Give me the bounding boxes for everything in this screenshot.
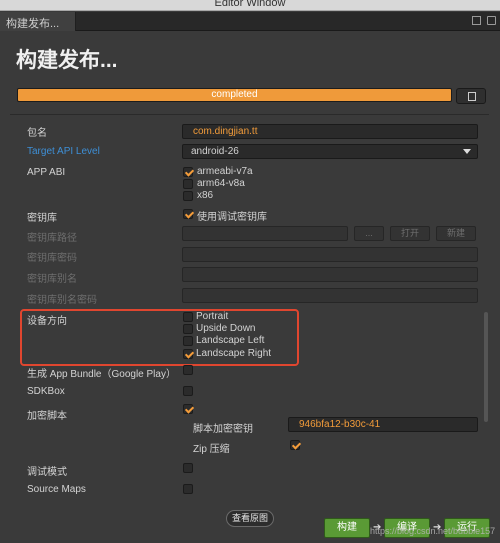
orientation-portrait-label: Portrait <box>196 311 229 322</box>
target-api-value: android-26 <box>191 146 239 157</box>
encrypt-script-label: 加密脚本 <box>27 411 67 422</box>
browse-button[interactable]: ... <box>354 226 384 241</box>
app-bundle-checkbox[interactable] <box>183 365 193 375</box>
sdkbox-checkbox[interactable] <box>183 386 193 396</box>
build-settings-form: 包名 com.dingjian.tt Target API Level andr… <box>10 114 489 504</box>
debug-mode-label: 调试模式 <box>27 467 67 478</box>
window-title: Editor Window <box>214 0 286 9</box>
tab-build-publish[interactable]: 构建发布... <box>0 12 76 31</box>
sdkbox-label: SDKBox <box>27 386 65 397</box>
encrypt-script-checkbox[interactable] <box>183 404 193 414</box>
document-icon <box>468 92 476 101</box>
build-button[interactable]: 构建 <box>324 518 370 538</box>
abi-arm64-v8a-checkbox[interactable] <box>183 179 193 189</box>
encrypt-key-field[interactable]: 946bfa12-b30c-41 <box>288 417 478 432</box>
orientation-upside-down-checkbox[interactable] <box>183 324 193 334</box>
target-api-label[interactable]: Target API Level <box>27 146 100 157</box>
app-abi-label: APP ABI <box>27 167 66 178</box>
keystore-alias-password-label: 密钥库别名密码 <box>27 295 97 306</box>
zip-compress-checkbox[interactable] <box>290 440 300 450</box>
debug-mode-checkbox[interactable] <box>183 463 193 473</box>
keystore-password-label: 密钥库密码 <box>27 253 77 264</box>
orientation-landscape-right-label: Landscape Right <box>196 348 272 359</box>
page-title: 构建发布... <box>16 49 118 72</box>
maximize-icon[interactable] <box>472 16 481 25</box>
build-progress-bar: completed <box>17 88 452 102</box>
orientation-landscape-left-checkbox[interactable] <box>183 336 193 346</box>
target-api-select[interactable]: android-26 <box>182 144 478 159</box>
watermark: https://blog.csdn.net/bubble157 <box>370 526 496 536</box>
zip-compress-label: Zip 压缩 <box>193 444 230 455</box>
keystore-label: 密钥库 <box>27 213 57 224</box>
keystore-alias-field[interactable] <box>182 267 478 282</box>
abi-x86-label: x86 <box>197 190 214 201</box>
orientation-landscape-left-label: Landscape Left <box>196 335 265 346</box>
abi-armeabi-v7a-checkbox[interactable] <box>183 167 193 177</box>
abi-x86-checkbox[interactable] <box>183 191 193 201</box>
use-debug-keystore-checkbox[interactable] <box>183 209 193 219</box>
abi-arm64-v8a-label: arm64-v8a <box>197 178 245 189</box>
window-titlebar: Editor Window <box>0 0 500 11</box>
keystore-alias-password-field[interactable] <box>182 288 478 303</box>
package-name-label: 包名 <box>27 128 47 139</box>
orientation-upside-down-label: Upside Down <box>196 323 256 334</box>
orientation-landscape-right-checkbox[interactable] <box>183 349 193 359</box>
tab-bar: 构建发布... <box>0 12 500 31</box>
keystore-path-field[interactable] <box>182 226 348 241</box>
log-button[interactable] <box>456 88 486 104</box>
open-button[interactable]: 打开 <box>390 226 430 241</box>
new-button[interactable]: 新建 <box>436 226 476 241</box>
chevron-down-icon <box>463 149 471 154</box>
encrypt-key-label: 脚本加密密钥 <box>193 424 253 435</box>
source-maps-label: Source Maps <box>27 484 86 495</box>
keystore-alias-label: 密钥库别名 <box>27 274 77 285</box>
package-name-field[interactable]: com.dingjian.tt <box>182 124 478 139</box>
menu-icon[interactable] <box>487 16 496 25</box>
orientation-label: 设备方向 <box>27 316 67 327</box>
abi-armeabi-v7a-label: armeabi-v7a <box>197 166 253 177</box>
keystore-password-field[interactable] <box>182 247 478 262</box>
use-debug-keystore-label: 使用调试密钥库 <box>197 212 267 223</box>
keystore-path-label: 密钥库路径 <box>27 233 77 244</box>
orientation-portrait-checkbox[interactable] <box>183 312 193 322</box>
source-maps-checkbox[interactable] <box>183 484 193 494</box>
view-original-button[interactable]: 查看原图 <box>226 510 274 527</box>
form-scrollbar[interactable] <box>484 312 488 422</box>
app-bundle-label: 生成 App Bundle（Google Play） <box>27 369 176 380</box>
